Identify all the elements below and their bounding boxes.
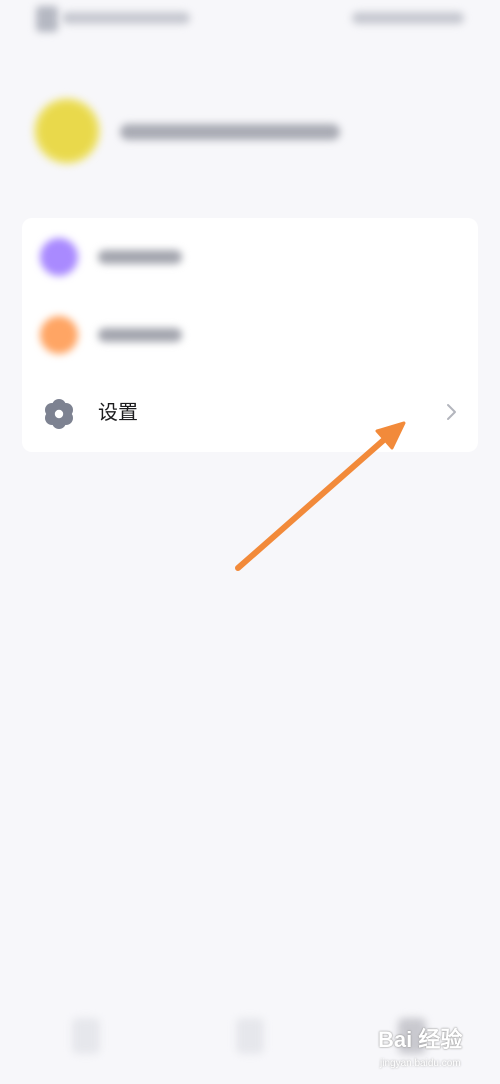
menu-item-1[interactable] bbox=[22, 218, 478, 294]
gear-icon bbox=[45, 399, 73, 429]
avatar[interactable] bbox=[34, 98, 100, 164]
menu-item-2[interactable] bbox=[22, 296, 478, 372]
watermark-logo-text: Bai 经验 bbox=[378, 1027, 463, 1052]
menu-item-1-icon bbox=[40, 238, 78, 276]
menu-card: 设置 bbox=[22, 218, 478, 452]
watermark-sub-text: jingyan.baidu.com bbox=[380, 1058, 461, 1069]
chevron-right-icon bbox=[447, 404, 456, 420]
tab-1[interactable] bbox=[72, 1018, 100, 1054]
baidu-jingyan-watermark: Bai 经验 jingyan.baidu.com bbox=[378, 1026, 494, 1078]
username-blurred[interactable] bbox=[120, 124, 340, 140]
menu-item-settings[interactable]: 设置 bbox=[22, 374, 478, 450]
app-logo-icon bbox=[36, 6, 58, 32]
tab-2[interactable] bbox=[236, 1018, 264, 1054]
header-title-blurred bbox=[62, 12, 190, 24]
menu-item-2-label-blurred bbox=[98, 328, 182, 342]
menu-item-2-icon bbox=[40, 316, 78, 354]
menu-item-1-label-blurred bbox=[98, 250, 182, 264]
settings-label: 设置 bbox=[98, 402, 138, 424]
header-action-blurred[interactable] bbox=[352, 12, 464, 24]
